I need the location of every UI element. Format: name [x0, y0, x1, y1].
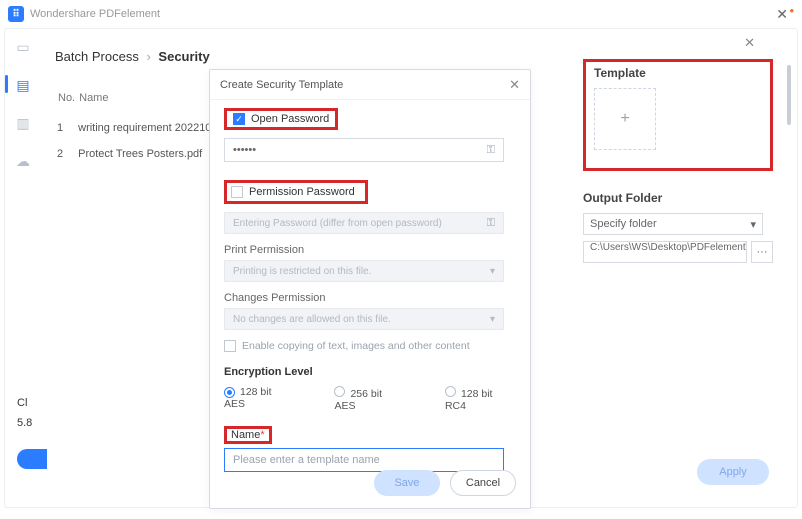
name-placeholder: Please enter a template name: [233, 454, 380, 466]
encryption-option[interactable]: 256 bit AES: [334, 386, 404, 412]
breadcrumb-root[interactable]: Batch Process: [55, 49, 139, 64]
add-template-button[interactable]: +: [594, 88, 656, 150]
cancel-button[interactable]: Cancel: [450, 470, 516, 496]
chevron-down-icon: ▾: [490, 314, 495, 325]
save-button[interactable]: Save: [374, 470, 440, 496]
cell-name: Protect Trees Posters.pdf: [78, 142, 211, 166]
apply-button[interactable]: Apply: [697, 459, 769, 485]
file-table: No. Name 1 writing requirement 202210 2 …: [55, 89, 213, 168]
name-label-text: Name: [231, 429, 260, 441]
apply-label: Apply: [719, 466, 747, 478]
chevron-down-icon: ▾: [750, 218, 756, 231]
browse-button[interactable]: ···: [751, 241, 773, 263]
chevron-down-icon: ▾: [490, 266, 495, 277]
open-password-row: ✓ Open Password: [224, 108, 338, 130]
changes-permission-select: No changes are allowed on this file. ▾: [224, 308, 504, 330]
enable-copying-row: Enable copying of text, images and other…: [224, 340, 516, 352]
placeholder-text: Entering Password (differ from open pass…: [233, 218, 442, 229]
dialog-close-icon[interactable]: ✕: [509, 77, 520, 93]
rail-home-icon[interactable]: ▭: [15, 39, 31, 55]
right-pane: Template + Output Folder Specify folder …: [583, 59, 773, 263]
left-rail: ▭ ▤ ▥ ☁: [5, 39, 41, 169]
table-row[interactable]: 2 Protect Trees Posters.pdf: [57, 142, 211, 166]
col-header-name: Name: [78, 91, 211, 114]
print-permission-select: Printing is restricted on this file. ▾: [224, 260, 504, 282]
main-panel: ✕ ▭ ▤ ▥ ☁ Batch Process › Security No. N…: [4, 28, 798, 508]
cancel-label: Cancel: [466, 477, 500, 489]
panel-close-icon[interactable]: ✕: [744, 35, 755, 51]
cell-no: 2: [57, 142, 76, 166]
breadcrumb-current: Security: [158, 49, 209, 64]
template-section: Template +: [583, 59, 773, 171]
encryption-options: 128 bit AES 256 bit AES 128 bit RC4: [224, 386, 516, 412]
open-password-input[interactable]: •••••• ⚿: [224, 138, 504, 162]
permission-password-checkbox[interactable]: [231, 186, 243, 198]
col-header-no: No.: [57, 91, 76, 114]
encryption-title: Encryption Level: [224, 366, 516, 378]
radio-icon: [224, 387, 235, 398]
app-title: Wondershare PDFelement: [30, 8, 160, 20]
rail-folder-icon[interactable]: ▥: [15, 115, 31, 131]
output-folder-title: Output Folder: [583, 191, 773, 205]
template-name-label: Name*: [224, 426, 272, 444]
left-stats: Cl 5.8: [17, 397, 32, 429]
scrollbar[interactable]: [787, 65, 791, 125]
enable-copying-label: Enable copying of text, images and other…: [242, 340, 470, 352]
left-blue-pill[interactable]: [17, 449, 47, 469]
template-title: Template: [594, 66, 762, 80]
rail-cloud-icon[interactable]: ☁: [15, 153, 31, 169]
save-label: Save: [394, 477, 419, 489]
permission-password-row: Permission Password: [224, 180, 368, 204]
plus-icon: +: [620, 110, 629, 128]
title-bar: ⠿ Wondershare PDFelement • ✕: [0, 0, 802, 28]
window-close-icon[interactable]: ✕: [776, 6, 788, 23]
eye-icon: ⚿: [487, 217, 495, 230]
table-row[interactable]: 1 writing requirement 202210: [57, 116, 211, 140]
print-permission-label: Print Permission: [224, 244, 516, 256]
template-name-input[interactable]: Please enter a template name: [224, 448, 504, 472]
eye-icon[interactable]: ⚿: [487, 144, 495, 157]
open-password-label: Open Password: [251, 113, 329, 125]
required-asterisk: *: [260, 429, 264, 441]
window-accent-icon: •: [789, 3, 794, 18]
rail-doc-icon[interactable]: ▤: [15, 77, 31, 93]
active-indicator: [5, 75, 8, 93]
password-mask: ••••••: [233, 144, 256, 156]
radio-icon: [334, 386, 345, 397]
stat-line: 5.8: [17, 417, 32, 429]
stat-line: Cl: [17, 397, 32, 409]
cell-no: 1: [57, 116, 76, 140]
breadcrumb: Batch Process › Security: [55, 49, 210, 64]
breadcrumb-sep-icon: ›: [146, 49, 150, 64]
dialog-title-bar: Create Security Template ✕: [210, 70, 530, 100]
open-password-checkbox[interactable]: ✓: [233, 113, 245, 125]
print-value: Printing is restricted on this file.: [233, 266, 371, 277]
select-value: Specify folder: [590, 218, 657, 230]
radio-icon: [445, 386, 456, 397]
encryption-option[interactable]: 128 bit AES: [224, 386, 294, 412]
encryption-option[interactable]: 128 bit RC4: [445, 386, 516, 412]
enable-copying-checkbox: [224, 340, 236, 352]
changes-value: No changes are allowed on this file.: [233, 314, 391, 325]
permission-password-label: Permission Password: [249, 186, 355, 198]
app-logo-icon: ⠿: [8, 6, 24, 22]
output-folder-select[interactable]: Specify folder ▾: [583, 213, 763, 235]
create-security-template-dialog: Create Security Template ✕ ✓ Open Passwo…: [209, 69, 531, 509]
output-path-input[interactable]: C:\Users\WS\Desktop\PDFelement\Sec: [583, 241, 747, 263]
permission-password-input: Entering Password (differ from open pass…: [224, 212, 504, 234]
dialog-title: Create Security Template: [220, 79, 343, 91]
cell-name: writing requirement 202210: [78, 116, 211, 140]
changes-permission-label: Changes Permission: [224, 292, 516, 304]
